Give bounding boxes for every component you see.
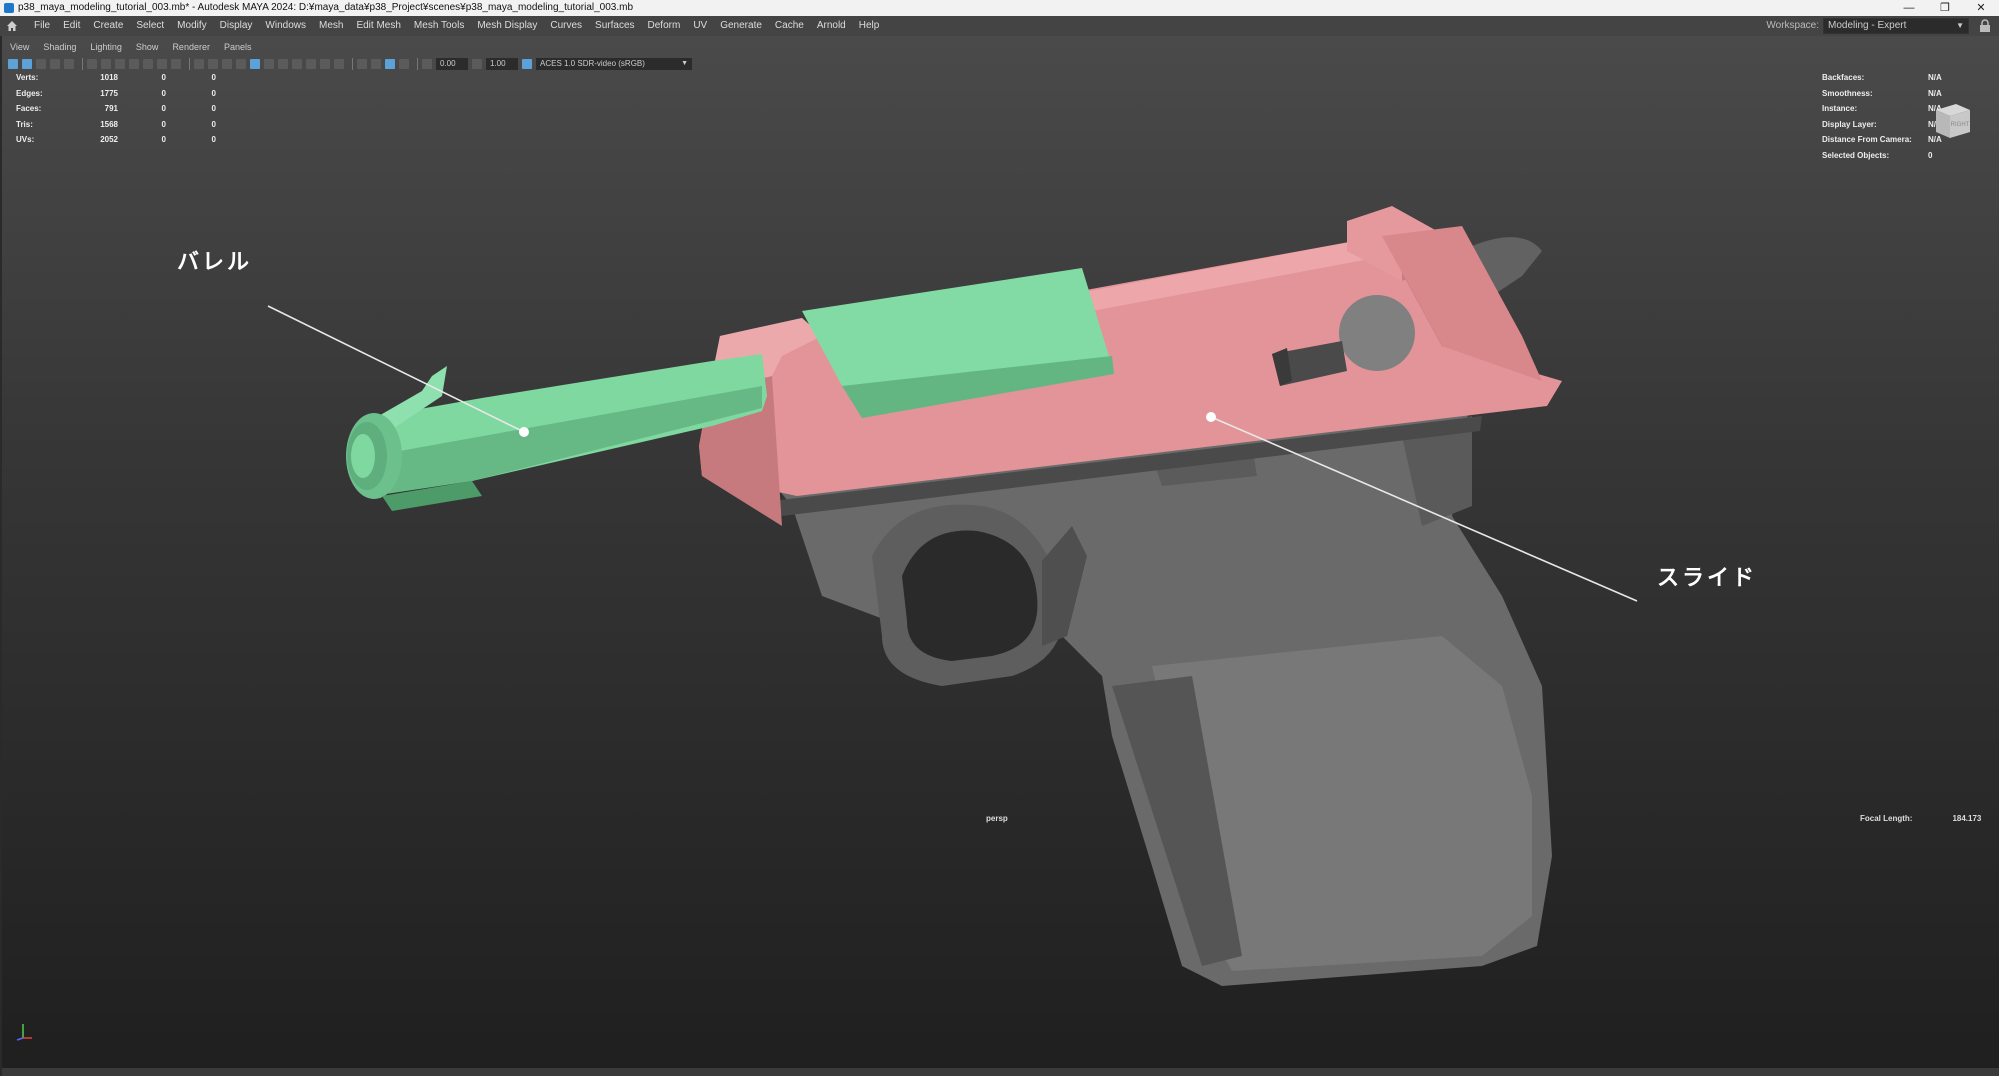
menu-mesh-display[interactable]: Mesh Display: [471, 16, 544, 36]
menu-file[interactable]: File: [28, 16, 57, 36]
window-controls: — ❐ ✕: [1891, 0, 1999, 16]
workspace-dropdown[interactable]: Modeling - Expert ▼: [1823, 18, 1969, 34]
main-menu-bar: File Edit Create Select Modify Display W…: [0, 16, 1999, 36]
hud-row-edges: Edges: 1775 0 0: [16, 88, 216, 98]
viewport-bottom-border: [2, 1068, 1999, 1076]
workspace-selector: Workspace: Modeling - Expert ▼: [1766, 16, 1969, 36]
hud-row-verts: Verts: 1018 0 0: [16, 73, 216, 82]
window-title: p38_maya_modeling_tutorial_003.mb* - Aut…: [18, 2, 634, 13]
menu-edit[interactable]: Edit: [57, 16, 87, 36]
hud-row-selected-objects: Selected Objects: 0: [1822, 150, 1933, 160]
menu-surfaces[interactable]: Surfaces: [589, 16, 641, 36]
hud-row-faces: Faces: 791 0 0: [16, 104, 216, 113]
hud-row-distance: Distance From Camera: N/A: [1822, 135, 1942, 144]
poly-count-hud: Verts: 1018 0 0 Edges: 1775 0 0 Faces: 7…: [16, 70, 216, 148]
menu-generate[interactable]: Generate: [714, 16, 769, 36]
menu-mesh-tools[interactable]: Mesh Tools: [408, 16, 471, 36]
hud-row-instance: Instance: N/A: [1822, 104, 1942, 113]
hud-row-smoothness: Smoothness: N/A: [1822, 88, 1942, 98]
focal-length-label: Focal Length:: [1860, 814, 1913, 823]
home-icon[interactable]: [6, 20, 18, 32]
menu-arnold[interactable]: Arnold: [811, 16, 853, 36]
menu-uv[interactable]: UV: [687, 16, 714, 36]
menu-select[interactable]: Select: [130, 16, 171, 36]
menu-create[interactable]: Create: [87, 16, 130, 36]
title-bar: p38_maya_modeling_tutorial_003.mb* - Aut…: [0, 0, 1999, 16]
object-details-hud: Backfaces: N/A Smoothness: N/A Instance:…: [1822, 70, 1942, 163]
maximize-button[interactable]: ❐: [1927, 0, 1963, 16]
hud-row-display-layer: Display Layer: N/A: [1822, 119, 1942, 129]
menu-deform[interactable]: Deform: [642, 16, 688, 36]
workspace-value: Modeling - Expert: [1828, 20, 1907, 31]
menu-windows[interactable]: Windows: [259, 16, 313, 36]
hud-row-uvs: UVs: 2052 0 0: [16, 135, 216, 144]
menu-cache[interactable]: Cache: [769, 16, 811, 36]
menu-modify[interactable]: Modify: [171, 16, 213, 36]
menu-curves[interactable]: Curves: [544, 16, 589, 36]
menu-display[interactable]: Display: [214, 16, 260, 36]
close-button[interactable]: ✕: [1963, 0, 1999, 16]
minimize-button[interactable]: —: [1891, 0, 1927, 16]
axis-gizmo-icon: [16, 1024, 32, 1041]
focal-length-hud: Focal Length: 184.173: [1860, 814, 1981, 823]
hud-row-backfaces: Backfaces: N/A: [1822, 73, 1942, 82]
slide-callout-label: スライド: [1657, 565, 1758, 590]
viewport-panel[interactable]: View Shading Lighting Show Renderer Pane…: [0, 36, 1999, 1076]
menu-edit-mesh[interactable]: Edit Mesh: [350, 16, 407, 36]
lock-icon[interactable]: [1979, 19, 1991, 33]
hud-row-tris: Tris: 1568 0 0: [16, 119, 216, 129]
barrel-callout-label: バレル: [177, 249, 253, 274]
workspace-label: Workspace:: [1766, 20, 1819, 31]
view-cube[interactable]: RIGHT: [1930, 98, 1974, 142]
viewport-scene[interactable]: [2, 36, 1997, 1076]
camera-name-label: persp: [986, 814, 1008, 823]
focal-length-value: 184.173: [1952, 814, 1982, 823]
chevron-down-icon: ▼: [1956, 21, 1964, 30]
menu-mesh[interactable]: Mesh: [313, 16, 350, 36]
menu-list: File Edit Create Select Modify Display W…: [28, 16, 886, 36]
maya-app-icon: [4, 3, 14, 13]
view-cube-face-label: RIGHT: [1951, 122, 1970, 128]
menu-help[interactable]: Help: [853, 16, 887, 36]
